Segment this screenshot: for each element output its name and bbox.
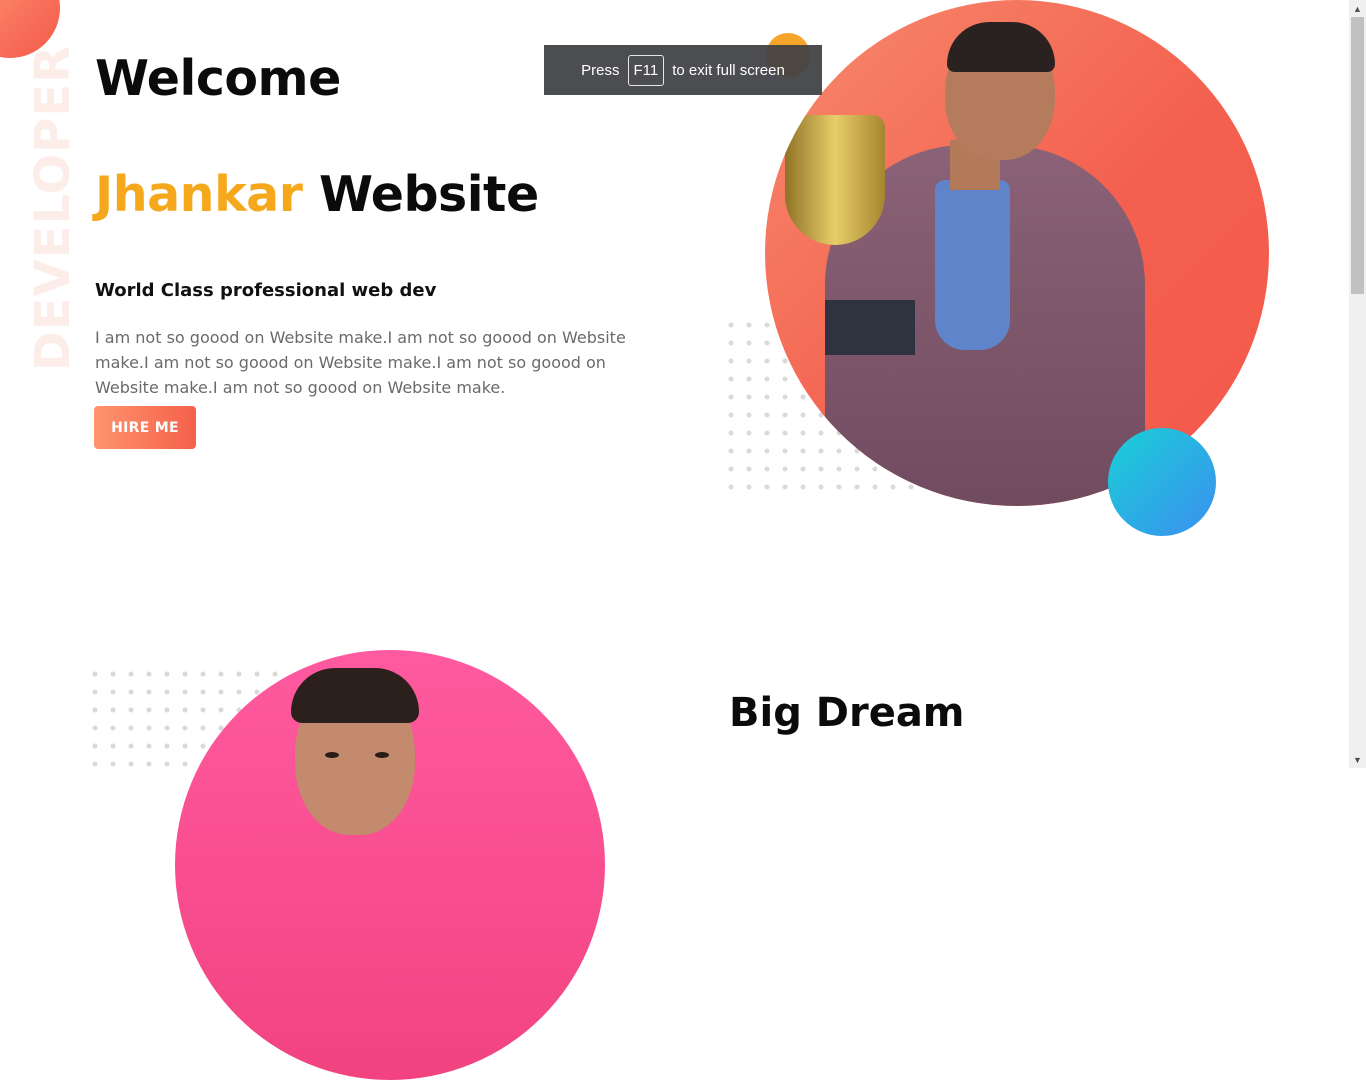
scrollbar-thumb[interactable] xyxy=(1351,17,1364,294)
teal-circle-decoration xyxy=(1108,428,1216,536)
portrait-shirt xyxy=(935,180,1010,350)
brand-rest: Website xyxy=(302,166,539,223)
hero-portrait xyxy=(765,0,1269,506)
hero-title: Welcome xyxy=(95,50,341,107)
about-portrait-eye xyxy=(325,752,339,758)
hero-tagline: World Class professional web dev xyxy=(95,280,437,301)
vertical-scrollbar[interactable]: ▲ ▼ xyxy=(1349,0,1366,768)
triangle-down-icon[interactable]: ▼ xyxy=(1349,751,1366,768)
trophy-base xyxy=(825,300,915,355)
vertical-watermark: DEVELOPER xyxy=(25,44,81,372)
hire-me-button[interactable]: HIRE ME xyxy=(94,406,196,449)
triangle-up-icon[interactable]: ▲ xyxy=(1349,0,1366,17)
fullscreen-notice: Press F11 to exit full screen xyxy=(544,45,822,95)
about-portrait-eye xyxy=(375,752,389,758)
portrait-hair xyxy=(947,22,1055,72)
about-portrait-hair xyxy=(291,668,419,723)
hero-brand-heading: Jhankar Website xyxy=(95,166,539,223)
trophy-icon xyxy=(785,115,885,245)
hero-description: I am not so goood on Website make.I am n… xyxy=(95,328,626,397)
fullscreen-notice-suffix: to exit full screen xyxy=(672,61,785,79)
about-portrait xyxy=(175,650,605,1080)
about-section-title: Big Dream xyxy=(729,690,965,736)
f11-key: F11 xyxy=(627,54,665,86)
vertical-watermark-text: DEVELOPER xyxy=(25,44,81,372)
fullscreen-notice-prefix: Press xyxy=(581,61,620,79)
brand-accent: Jhankar xyxy=(95,166,303,223)
